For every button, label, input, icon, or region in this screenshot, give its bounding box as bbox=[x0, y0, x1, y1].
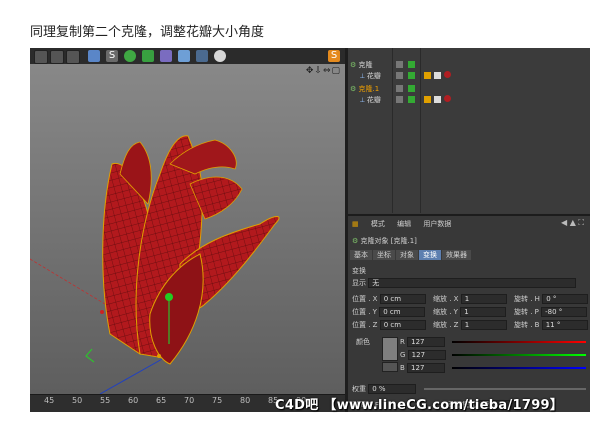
ruler-tick: 55 bbox=[100, 396, 111, 405]
viewport-3d[interactable]: ✥⇩⇔▢ bbox=[30, 64, 345, 394]
ruler-tick: 50 bbox=[72, 396, 83, 405]
uv-tag-icon[interactable] bbox=[434, 96, 441, 103]
visibility-dot-icon[interactable] bbox=[396, 96, 403, 103]
cloner-icon: ⚙ bbox=[352, 237, 359, 245]
position-x-field[interactable]: 位置 . X 0 cm bbox=[352, 294, 426, 304]
object-manager: ⚙ 克隆 ⟂ 花瓣 ⚙ 克隆.1 ⟂ 花瓣 bbox=[348, 48, 590, 213]
watermark-text: C4D吧 【www.lineCG.com/tieba/1799】 bbox=[275, 398, 564, 413]
logo-icon: S bbox=[328, 50, 340, 62]
display-field[interactable]: 显示 无 bbox=[352, 278, 577, 288]
ruler-tick: 80 bbox=[240, 396, 251, 405]
deformer-icon[interactable] bbox=[160, 50, 172, 62]
weight-field[interactable]: 权重 0 % bbox=[352, 384, 417, 394]
column-separator bbox=[392, 48, 393, 213]
tab-effectors[interactable]: 效果器 bbox=[442, 250, 471, 260]
object-name: 花瓣 bbox=[366, 96, 381, 104]
film-clip-icon[interactable] bbox=[66, 50, 80, 64]
color-r-slider[interactable] bbox=[452, 341, 586, 343]
material-tag-icon[interactable] bbox=[444, 71, 451, 78]
scale-x-field[interactable]: 缩放 . X 1 bbox=[433, 294, 507, 304]
attribute-manager: ▦ 模式 编辑 用户数据 ◀ ▲ ⛶ ⚙ 克隆对象 [克隆.1] 基本 坐标 对象变… bbox=[348, 214, 590, 412]
ruler-tick: 45 bbox=[44, 396, 55, 405]
tab-basic[interactable]: 基本 bbox=[350, 250, 372, 260]
cloner-icon: ⚙ bbox=[350, 61, 357, 69]
object-name: 花瓣 bbox=[366, 72, 381, 80]
check-icon[interactable] bbox=[408, 85, 415, 92]
weight-slider[interactable] bbox=[424, 388, 586, 390]
mode-menu-icon: ▦ bbox=[352, 220, 359, 228]
visibility-dot-icon[interactable] bbox=[396, 72, 403, 79]
display-label: 显示 bbox=[352, 279, 366, 287]
scale-y-field[interactable]: 缩放 . Y 1 bbox=[433, 307, 507, 317]
uv-tag-icon[interactable] bbox=[434, 72, 441, 79]
axis-x-knob bbox=[100, 310, 104, 314]
color-r-field[interactable]: R 127 bbox=[400, 337, 446, 347]
check-icon[interactable] bbox=[408, 61, 415, 68]
scale-z-field[interactable]: 缩放 . Z 1 bbox=[433, 320, 507, 330]
object-row[interactable]: ⚙ 克隆.1 bbox=[350, 84, 379, 95]
color-g-slider[interactable] bbox=[452, 354, 586, 356]
color-picker-button[interactable] bbox=[382, 362, 398, 372]
menu-mode[interactable]: 模式 bbox=[371, 220, 385, 228]
axis-y-knob bbox=[165, 293, 173, 301]
color-g-field[interactable]: G 127 bbox=[400, 350, 446, 360]
film-clip-icon[interactable] bbox=[34, 50, 48, 64]
cube-icon[interactable] bbox=[88, 50, 100, 62]
position-y-field[interactable]: 位置 . Y 0 cm bbox=[352, 307, 426, 317]
polygon-icon: ⟂ bbox=[360, 72, 365, 80]
array-icon[interactable] bbox=[142, 50, 154, 62]
phong-tag-icon[interactable] bbox=[424, 72, 431, 79]
ruler-tick: 60 bbox=[128, 396, 139, 405]
phong-tag-icon[interactable] bbox=[424, 96, 431, 103]
menu-edit[interactable]: 编辑 bbox=[397, 220, 411, 228]
section-heading: 变换 bbox=[352, 267, 366, 275]
attribute-menu: ▦ 模式 编辑 用户数据 bbox=[352, 219, 461, 229]
display-select[interactable]: 无 bbox=[368, 278, 577, 288]
material-tag-icon[interactable] bbox=[444, 95, 451, 102]
object-row[interactable]: ⟂ 花瓣 bbox=[360, 71, 381, 82]
camera-icon[interactable] bbox=[196, 50, 208, 62]
tab-transform[interactable]: 变换 bbox=[419, 250, 441, 260]
cloner-icon: ⚙ bbox=[350, 85, 357, 93]
color-label: 颜色 bbox=[356, 338, 370, 346]
color-swatch[interactable] bbox=[382, 337, 398, 361]
toolbar: S S bbox=[30, 48, 345, 65]
visibility-dot-icon[interactable] bbox=[396, 85, 403, 92]
attribute-tabs: 基本 坐标 对象 变换 效果器 bbox=[350, 250, 472, 261]
attribute-title: ⚙ 克隆对象 [克隆.1] bbox=[352, 237, 417, 245]
menu-userdata[interactable]: 用户数据 bbox=[423, 220, 451, 228]
object-row[interactable]: ⚙ 克隆 bbox=[350, 60, 373, 71]
spline-icon[interactable]: S bbox=[106, 50, 118, 62]
rotation-handle bbox=[85, 348, 95, 363]
check-icon[interactable] bbox=[408, 72, 415, 79]
scene-icon[interactable] bbox=[178, 50, 190, 62]
rotation-h-field[interactable]: 旋转 . H 0 ° bbox=[514, 294, 589, 304]
nav-arrows-icon[interactable]: ◀ ▲ ⛶ bbox=[561, 218, 584, 228]
polygon-icon: ⟂ bbox=[360, 96, 365, 104]
ruler-tick: 75 bbox=[212, 396, 223, 405]
caption-text: 同理复制第二个克隆，调整花瓣大小角度 bbox=[30, 25, 265, 40]
pivot-point bbox=[157, 354, 161, 358]
ruler-tick: 65 bbox=[156, 396, 167, 405]
visibility-dot-icon[interactable] bbox=[396, 61, 403, 68]
column-separator bbox=[420, 48, 421, 213]
nurbs-icon[interactable] bbox=[124, 50, 136, 62]
color-b-slider[interactable] bbox=[452, 367, 586, 369]
object-row[interactable]: ⟂ 花瓣 bbox=[360, 95, 381, 106]
object-name: 克隆 bbox=[358, 61, 373, 69]
film-clip-icon[interactable] bbox=[50, 50, 64, 64]
color-b-field[interactable]: B 127 bbox=[400, 363, 446, 373]
flower-model bbox=[30, 135, 280, 394]
c4d-window: S S ✥⇩⇔▢ 45 50 55 60 65 70 75 80 85 90 ⚙… bbox=[30, 48, 590, 412]
rotation-p-field[interactable]: 旋转 . P -80 ° bbox=[514, 307, 588, 317]
position-z-field[interactable]: 位置 . Z 0 cm bbox=[352, 320, 426, 330]
tab-object[interactable]: 对象 bbox=[396, 250, 418, 260]
object-name: 克隆.1 bbox=[358, 85, 380, 93]
light-icon[interactable] bbox=[214, 50, 226, 62]
tab-coord[interactable]: 坐标 bbox=[373, 250, 395, 260]
ruler-tick: 70 bbox=[184, 396, 195, 405]
check-icon[interactable] bbox=[408, 96, 415, 103]
rotation-b-field[interactable]: 旋转 . B 11 ° bbox=[514, 320, 588, 330]
